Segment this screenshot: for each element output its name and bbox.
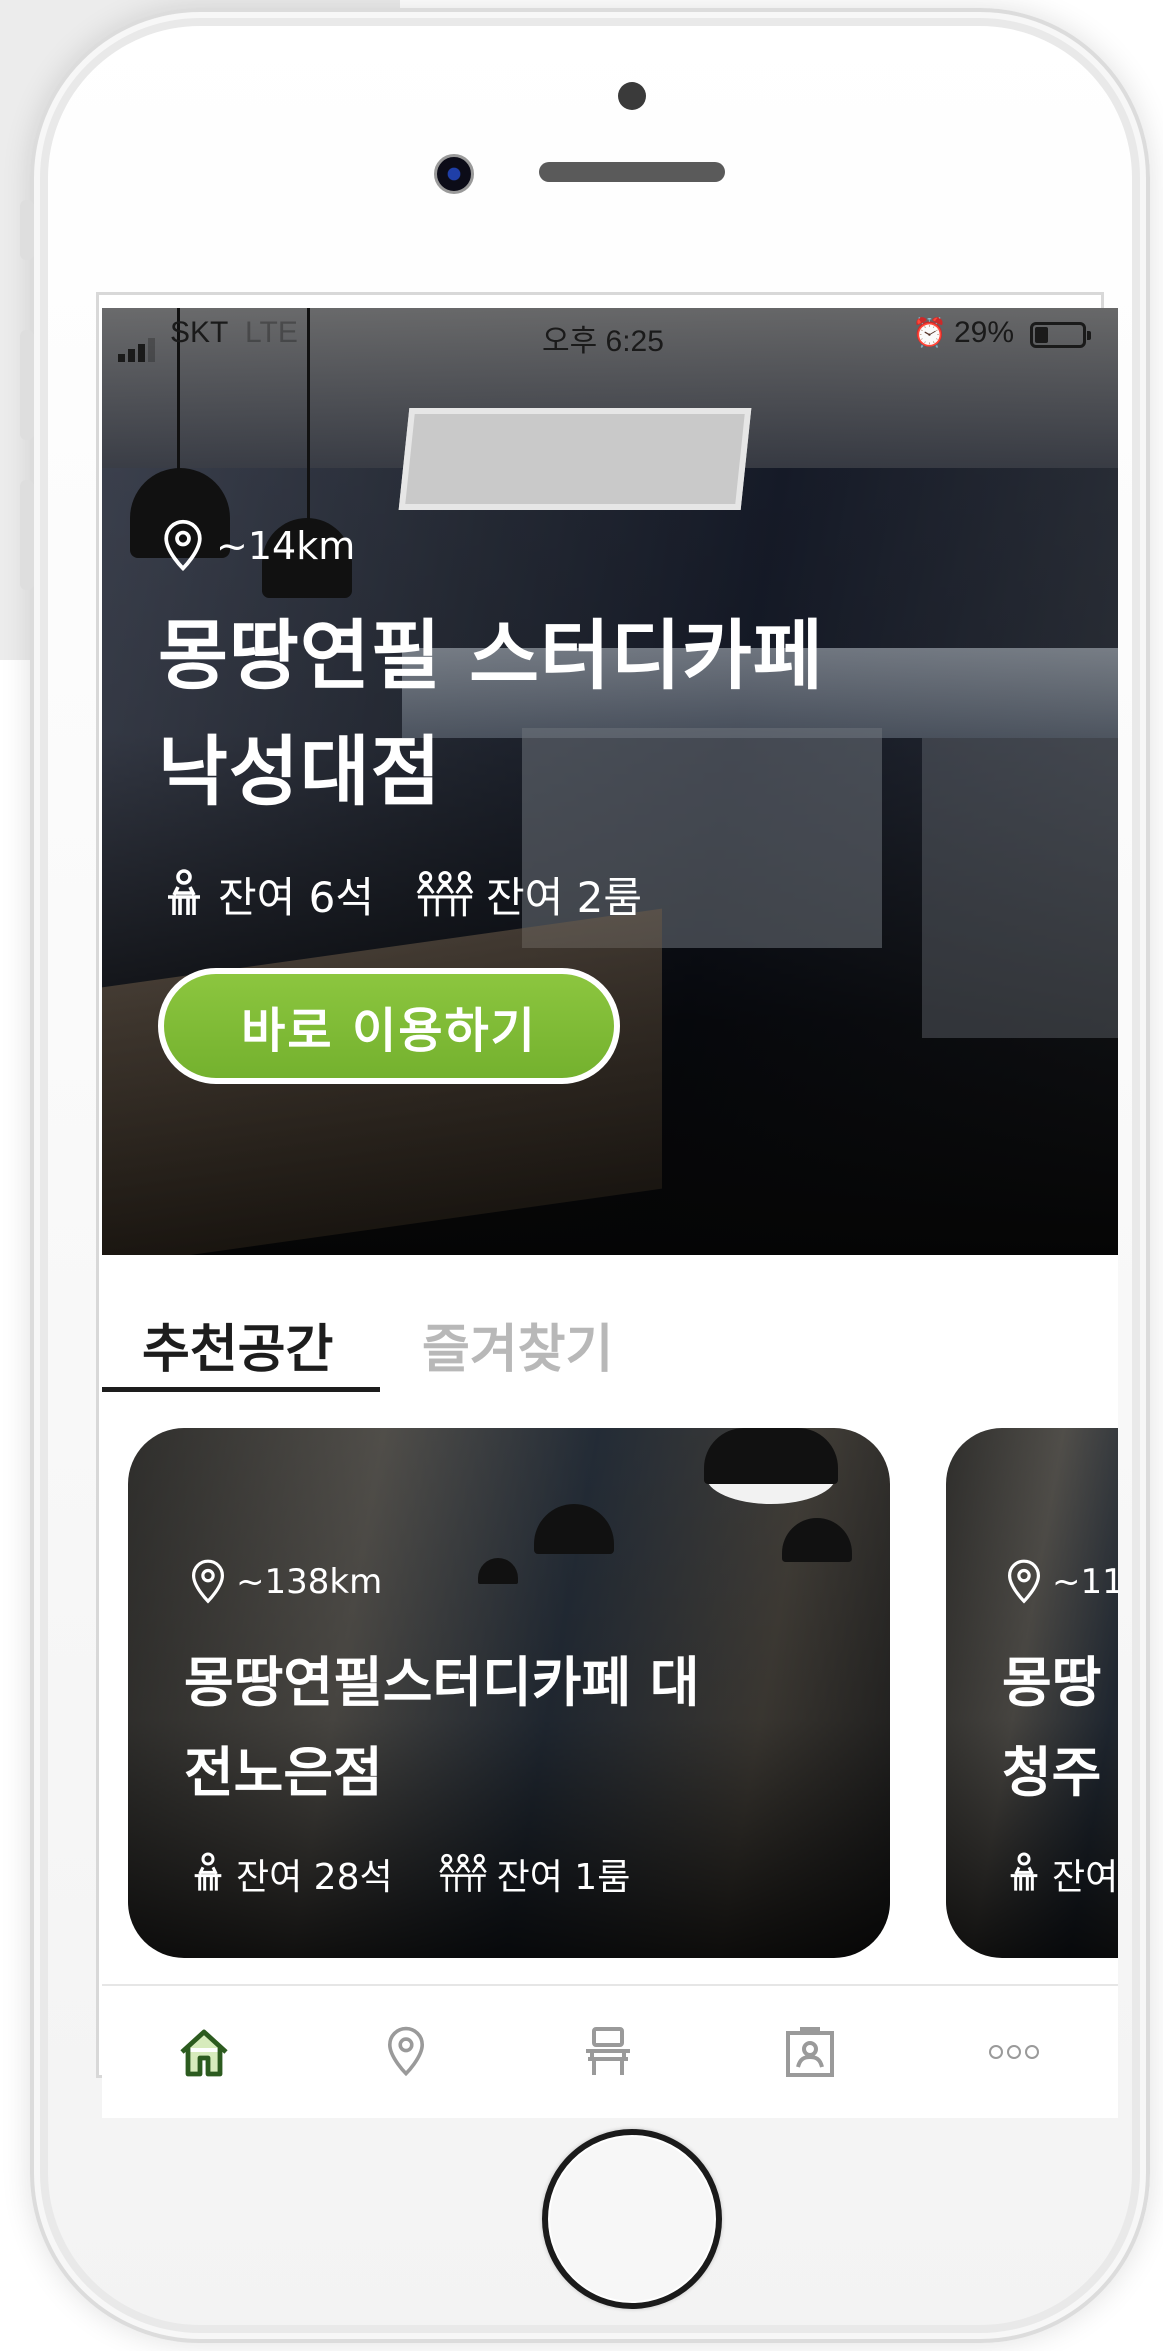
mute-switch [20,200,34,260]
location-pin-icon [387,2026,425,2077]
hero-availability: 잔여 6석 잔여 2룸 [160,864,682,925]
location-pin-icon [191,1559,225,1604]
nav-map[interactable] [376,2022,436,2082]
tab-recommended[interactable]: 추천공간 [142,1307,333,1382]
app-screen: SKT LTE 오후 6:25 ⏰ 29% ~14km 몽땅연필 스터디카페 낙… [102,308,1118,2118]
status-time: 오후 6:25 [542,325,664,358]
alarm-icon: ⏰ [912,317,947,348]
more-dots-icon [989,2045,1039,2059]
nav-profile[interactable] [780,2022,840,2082]
group-room-icon [416,870,474,916]
proximity-sensor [618,82,646,110]
space-card[interactable]: ~115 몽땅 청주 잔여 [946,1428,1118,1958]
hero-distance: ~14km [160,518,355,574]
card-title: 몽땅 청주 [1002,1638,1118,1818]
space-tabs: 추천공간 즐겨찾기 [102,1255,1118,1415]
signal-strength-icon [118,328,158,362]
card-photo-lamp [782,1518,852,1562]
nav-home[interactable] [174,2022,234,2082]
single-seat-icon [168,868,200,915]
home-icon [180,2029,228,2077]
home-button[interactable] [542,2129,722,2309]
card-seats-text: 잔여 [1052,1857,1118,1898]
front-camera [434,154,474,194]
hero-title: 몽땅연필 스터디카페 낙성대점 [158,598,1038,830]
single-seat-icon [1010,1852,1038,1891]
use-now-button[interactable]: 바로 이용하기 [158,968,620,1084]
hero-photo-desk [102,908,662,1268]
hero-banner[interactable]: SKT LTE 오후 6:25 ⏰ 29% ~14km 몽땅연필 스터디카페 낙… [102,308,1118,1268]
card-rooms: 잔여 1룸 [437,1848,631,1900]
card-distance: ~115 [1004,1558,1118,1606]
nav-seats[interactable] [578,2022,638,2082]
card-seats: 잔여 28석 [188,1848,393,1900]
desk-seat-icon [586,2027,630,2075]
hero-photo-ac-unit [398,408,752,510]
tab-favorites[interactable]: 즐겨찾기 [422,1307,613,1382]
status-bar: SKT LTE 오후 6:25 ⏰ 29% [102,308,1118,364]
card-photo-lamp [534,1504,614,1554]
volume-down-button [20,480,34,590]
location-pin-icon [164,519,202,572]
battery-percent: 29% [954,316,1015,349]
card-title-line2: 청주 [1002,1741,1102,1804]
bottom-nav [102,1984,1118,2118]
nav-more[interactable] [984,2022,1044,2082]
card-distance-text: ~138km [236,1562,383,1602]
card-photo-lamp [704,1428,838,1484]
card-title-line1: 몽땅연필스터디카페 대 [184,1651,700,1714]
card-title: 몽땅연필스터디카페 대 전노은점 [184,1638,824,1818]
carrier-label: SKT LTE [170,316,298,349]
card-seats-text: 잔여 28석 [236,1857,393,1898]
card-rooms-text: 잔여 1룸 [496,1857,631,1898]
hero-title-line2: 낙성대점 [158,727,442,816]
card-availability: 잔여 [1004,1848,1118,1900]
earpiece-speaker [539,162,725,182]
card-distance-text: ~115 [1052,1562,1118,1602]
hero-distance-text: ~14km [216,524,356,568]
space-card[interactable]: ~138km 몽땅연필스터디카페 대 전노은점 잔여 28석 잔여 1룸 [128,1428,890,1958]
hero-rooms: 잔여 2룸 [414,864,642,925]
card-title-line1: 몽땅 [1002,1651,1102,1714]
card-photo-lamp [478,1558,518,1584]
hero-rooms-text: 잔여 2룸 [486,873,642,922]
single-seat-icon [194,1852,222,1891]
recommended-carousel[interactable]: ~138km 몽땅연필스터디카페 대 전노은점 잔여 28석 잔여 1룸 ~11… [102,1428,1118,1968]
card-title-line2: 전노은점 [184,1741,383,1804]
card-distance: ~138km [188,1558,382,1606]
card-availability: 잔여 28석 잔여 1룸 [188,1848,674,1900]
id-badge-icon [786,2027,834,2077]
battery-fill [1035,327,1048,343]
group-room-icon [438,1853,487,1892]
card-seats: 잔여 [1004,1848,1118,1900]
hero-seats-text: 잔여 6석 [218,873,374,922]
active-tab-indicator [102,1387,380,1392]
hero-seats: 잔여 6석 [160,864,374,925]
battery-icon [1030,322,1091,348]
volume-up-button [20,330,34,440]
hero-title-line1: 몽땅연필 스터디카페 [158,611,824,700]
location-pin-icon [1007,1559,1041,1604]
